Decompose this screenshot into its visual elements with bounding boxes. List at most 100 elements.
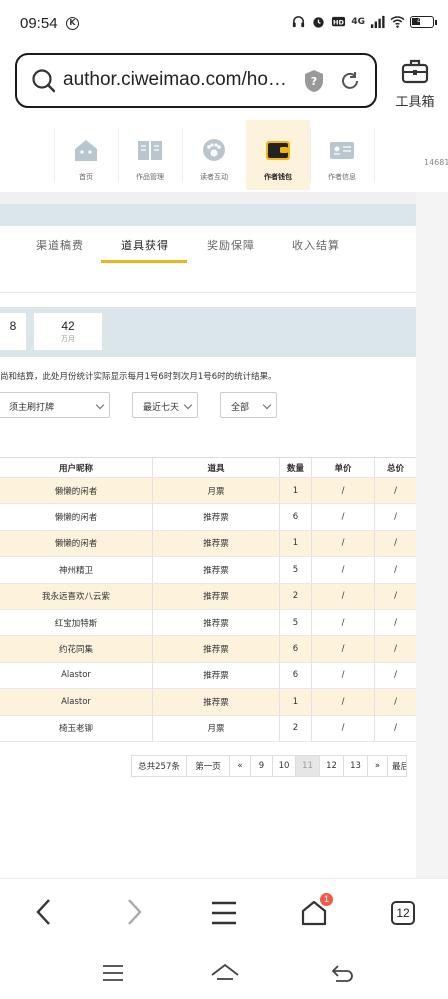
cell-total: /	[394, 538, 397, 549]
k-notification-icon: K	[66, 17, 79, 30]
svg-text:HD: HD	[333, 18, 344, 26]
table-row: 懒懒的闲者 推荐票 6//	[0, 504, 416, 531]
tab-reward-guarantee[interactable]: 奖励保障	[207, 237, 255, 253]
cell-item: 推荐票	[153, 557, 280, 583]
book-icon	[138, 141, 162, 160]
cell-user: 我永远喜欢八云紫	[0, 583, 153, 609]
column-header-user: 用户昵称	[0, 458, 153, 477]
table-row: 红宝加特斯 推荐票 5//	[0, 609, 416, 637]
cell-unit-price: /	[312, 609, 375, 636]
cell-quantity: 2	[280, 715, 312, 741]
wifi-icon	[390, 16, 405, 28]
pager-page[interactable]: 10	[272, 755, 296, 777]
pager-last-page[interactable]: 最后	[387, 755, 407, 777]
cell-unit-price: /	[312, 715, 375, 741]
pager-page[interactable]: 13	[343, 755, 368, 777]
browser-bottom-bar: 1 12	[0, 878, 448, 946]
column-header-unit-price: 单价	[312, 458, 375, 477]
pagination: 总共257条 第一页 « 9 10 11 12 13 » 最后	[131, 755, 407, 777]
tab-channel-fees[interactable]: 渠道稿费	[36, 237, 84, 253]
pager-page[interactable]: 9	[250, 755, 273, 777]
stat-value: 42	[61, 319, 75, 333]
system-back-icon[interactable]	[330, 963, 354, 983]
cell-quantity: 1	[280, 478, 312, 504]
nav-label-wallet: 作者钱包	[264, 173, 292, 181]
table-row: 椅玉老铆 月票 2//	[0, 715, 416, 742]
cell-item: 推荐票	[153, 583, 280, 609]
cell-item: 推荐票	[153, 504, 280, 530]
cell-total: /	[394, 591, 397, 602]
forward-icon[interactable]	[124, 897, 144, 927]
author-nav: 首页 作品管理 读者互动 作者钱包 作者信息 14681	[0, 120, 448, 192]
pager-page[interactable]: 12	[319, 755, 344, 777]
cell-user: Alastor	[0, 689, 153, 715]
cell-item: 推荐票	[153, 530, 280, 557]
cell-item: 月票	[153, 478, 280, 504]
stat-box: 8	[0, 313, 26, 350]
range-select-value: 最近七天	[143, 403, 180, 413]
address-bar[interactable]: author.ciweimao.com/ho… ?	[15, 53, 377, 108]
table-row: 懒懒的闲者 月票 1//	[0, 478, 416, 505]
cell-item: 推荐票	[153, 662, 280, 689]
column-header-total: 总价	[386, 463, 404, 474]
stat-unit: 万月	[61, 335, 75, 343]
url-text[interactable]: author.ciweimao.com/ho…	[63, 69, 287, 91]
status-bar: 09:54 K HD 4G 41	[0, 0, 448, 46]
pager-total: 总共257条	[131, 755, 187, 777]
pager-first-page[interactable]: 第一页	[186, 755, 230, 777]
headphones-icon	[293, 16, 305, 28]
tab-props-earned[interactable]: 道具获得	[121, 237, 169, 253]
pager-page-current[interactable]: 11	[295, 755, 320, 777]
props-table: 用户昵称 道具 数量 单价 总价 懒懒的闲者 月票 1// 懒懒的闲者 推荐票 6// 懒懒…	[0, 457, 416, 742]
cell-total: /	[394, 485, 397, 496]
svg-text:?: ?	[311, 75, 317, 88]
recent-apps-icon[interactable]	[102, 964, 124, 982]
cell-quantity: 5	[280, 609, 312, 636]
cell-total: /	[394, 670, 397, 681]
stat-value: 8	[9, 319, 17, 333]
table-row: 懒懒的闲者 推荐票 1//	[0, 530, 416, 558]
tab-income-settlement[interactable]: 收入结算	[292, 237, 340, 253]
nav-item-home[interactable]: 首页	[54, 120, 118, 190]
pager-prev[interactable]: «	[229, 755, 251, 777]
network-label: 4G	[351, 16, 365, 27]
book-select[interactable]: 须主刷打牌	[0, 392, 110, 418]
toolbox-button[interactable]: 工具箱	[393, 58, 437, 110]
chevron-down-icon	[262, 400, 272, 410]
section-header-band	[0, 204, 416, 226]
statistics-note: 尚和结算，此处月份统计实际显示每月1号6时到次月1号6时的统计结果。	[0, 372, 277, 382]
notification-badge: 1	[320, 893, 333, 906]
nav-label-works: 作品管理	[136, 173, 164, 181]
tab-count-button[interactable]: 12	[391, 901, 415, 925]
cell-unit-price: /	[312, 504, 375, 530]
nav-item-author-info[interactable]: 作者信息	[310, 120, 374, 190]
reload-icon[interactable]	[339, 70, 361, 92]
nav-item-reader-interaction[interactable]: 读者互动	[182, 120, 246, 190]
wallet-icon	[266, 141, 290, 160]
system-nav-bar	[0, 946, 448, 999]
wallet-tabs: 渠道稿费 道具获得 奖励保障 收入结算	[0, 227, 416, 293]
author-id-fragment: 14681	[424, 158, 448, 167]
system-home-icon[interactable]	[210, 962, 240, 982]
cell-unit-price: /	[312, 530, 375, 557]
type-select[interactable]: 全部	[220, 392, 277, 418]
pager-next[interactable]: »	[367, 755, 388, 777]
shield-help-icon[interactable]: ?	[303, 69, 325, 93]
status-icons: HD 4G 41	[291, 14, 437, 29]
table-row: Alastor 推荐票 1//	[0, 689, 416, 716]
back-icon[interactable]	[34, 897, 54, 927]
nav-item-works[interactable]: 作品管理	[118, 120, 182, 190]
stat-box-monthly: 42 万月	[34, 313, 102, 350]
nav-item-wallet[interactable]: 作者钱包	[246, 120, 310, 190]
battery-label: 41	[417, 15, 428, 25]
cell-item: 推荐票	[153, 609, 280, 636]
range-select[interactable]: 最近七天	[132, 392, 198, 418]
cell-quantity: 1	[280, 689, 312, 715]
status-time: 09:54	[20, 15, 58, 32]
cell-total: /	[394, 617, 397, 628]
cell-total: /	[394, 723, 397, 734]
menu-icon[interactable]	[211, 901, 237, 925]
cell-unit-price: /	[312, 583, 375, 609]
cell-user: 神州精卫	[0, 557, 153, 583]
home-icon	[75, 140, 97, 161]
